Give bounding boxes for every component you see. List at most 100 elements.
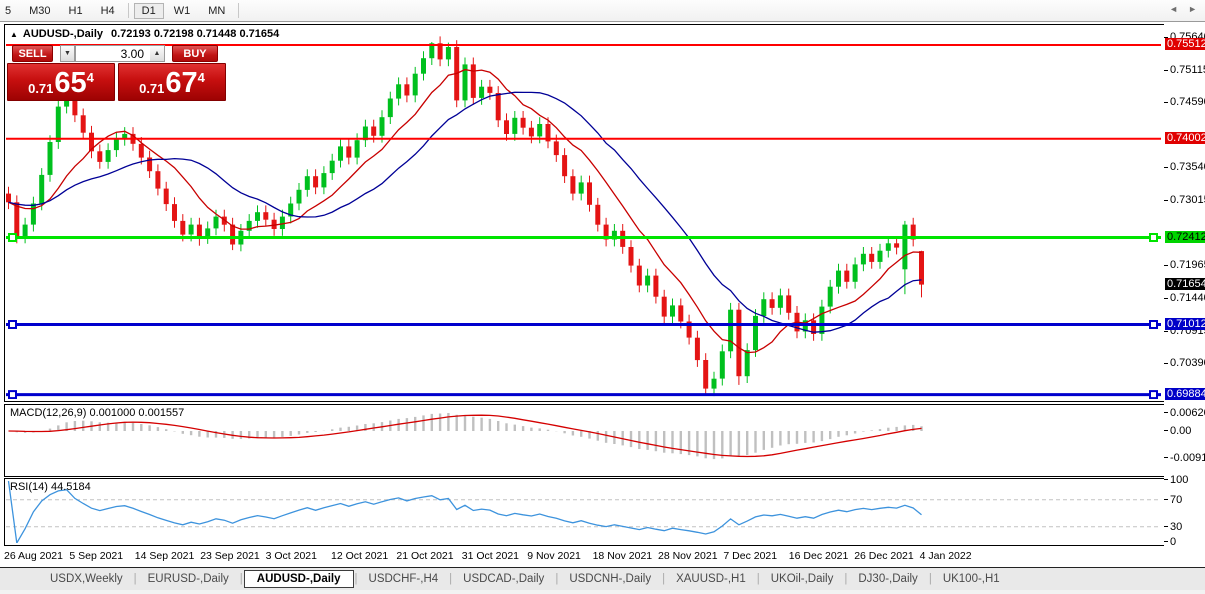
date-label: 23 Sep 2021 — [200, 550, 260, 562]
sell-price-button[interactable]: 0.71654 — [7, 63, 115, 101]
sell-price-big: 65 — [54, 70, 86, 97]
date-label: 26 Dec 2021 — [854, 550, 914, 562]
axis-tick-mark — [1164, 200, 1168, 201]
chart-tab-uk100-h1[interactable]: UK100-,H1 — [933, 571, 1010, 587]
rsi-line — [9, 481, 922, 543]
rsi-indicator-panel[interactable]: RSI(14) 44.5184 — [4, 478, 1165, 546]
toolbar-separator — [238, 3, 239, 18]
macd-label: MACD(12,26,9) 0.001000 0.001557 — [10, 407, 184, 419]
axis-tick-mark — [1164, 298, 1168, 299]
timeframe-button-h1[interactable]: H1 — [61, 3, 91, 19]
chart-tab-eurusd-daily[interactable]: EURUSD-,Daily — [138, 571, 239, 587]
timeframe-button-d1[interactable]: D1 — [134, 3, 164, 19]
price-tick-label: 0.71965 — [1170, 259, 1205, 271]
sell-price-pip: 4 — [87, 70, 94, 85]
chart-tab-usdcnh-daily[interactable]: USDCNH-,Daily — [559, 571, 661, 587]
axis-tick-mark — [1164, 541, 1168, 542]
collapse-arrow-icon[interactable]: ▲ — [10, 30, 18, 39]
toolbar-separator — [128, 3, 129, 18]
date-label: 28 Nov 2021 — [658, 550, 718, 562]
date-label: 4 Jan 2022 — [920, 550, 972, 562]
tab-separator: | — [757, 573, 760, 585]
rsi-axis-label: 100 — [1170, 474, 1188, 486]
bottom-strip — [0, 590, 1205, 594]
price-line-label: 0.72412 — [1165, 231, 1205, 243]
line-anchor[interactable] — [9, 234, 16, 241]
line-anchor[interactable] — [1150, 321, 1157, 328]
line-anchor[interactable] — [9, 391, 16, 398]
tab-separator: | — [844, 573, 847, 585]
volume-increase-button[interactable]: ▲ — [150, 45, 165, 62]
chart-tab-ukoil-daily[interactable]: UKOil-,Daily — [761, 571, 844, 587]
tab-separator: | — [355, 573, 358, 585]
buy-button[interactable]: BUY — [172, 45, 218, 62]
buy-price-button[interactable]: 0.71674 — [118, 63, 226, 101]
axis-tick-mark — [1164, 499, 1168, 500]
price-tick-label: 0.75115 — [1170, 64, 1205, 76]
date-label: 18 Nov 2021 — [593, 550, 653, 562]
chart-title: ▲AUDUSD-,Daily0.72193 0.72198 0.71448 0.… — [10, 28, 279, 40]
chart-ohlc-values: 0.72193 0.72198 0.71448 0.71654 — [111, 28, 279, 40]
rsi-axis-label: 70 — [1170, 494, 1182, 506]
sell-price-prefix: 0.71 — [28, 80, 53, 97]
sell-button[interactable]: SELL — [12, 45, 53, 62]
timeframe-button-m30[interactable]: M30 — [21, 3, 58, 19]
axis-tick-mark — [1164, 412, 1168, 413]
timeframe-button-mn[interactable]: MN — [200, 3, 233, 19]
price-tick-label: 0.73015 — [1170, 194, 1205, 206]
price-tick-label: 0.73540 — [1170, 161, 1205, 173]
line-anchor[interactable] — [9, 321, 16, 328]
timeframe-button-5[interactable]: 5 — [0, 3, 19, 19]
date-label: 21 Oct 2021 — [396, 550, 453, 562]
chart-tab-xauusd-h1[interactable]: XAUUSD-,H1 — [666, 571, 756, 587]
chart-tab-audusd-daily[interactable]: AUDUSD-,Daily — [244, 570, 354, 588]
macd-indicator-panel[interactable]: MACD(12,26,9) 0.001000 0.001557 — [4, 404, 1165, 477]
tab-separator: | — [240, 573, 243, 585]
date-label: 7 Dec 2021 — [723, 550, 777, 562]
date-label: 12 Oct 2021 — [331, 550, 388, 562]
timeframe-button-w1[interactable]: W1 — [166, 3, 199, 19]
price-axis[interactable]: 0.756400.751150.745900.735400.730150.719… — [1164, 22, 1205, 567]
date-label: 5 Sep 2021 — [69, 550, 123, 562]
axis-tick-mark — [1164, 363, 1168, 364]
axis-tick-mark — [1164, 331, 1168, 332]
chart-tab-usdchf-h4[interactable]: USDCHF-,H4 — [359, 571, 449, 587]
tab-scroll-arrows: ◄ ► — [1169, 4, 1197, 14]
macd-axis-label: -0.00919 — [1170, 452, 1205, 464]
chart-tab-usdx-weekly[interactable]: USDX,Weekly — [40, 571, 133, 587]
tab-separator: | — [134, 573, 137, 585]
date-label: 31 Oct 2021 — [462, 550, 519, 562]
line-anchor[interactable] — [1150, 234, 1157, 241]
ma-fast-line — [9, 70, 922, 353]
chart-tab-dj30-daily[interactable]: DJ30-,Daily — [848, 571, 927, 587]
price-line-label: 0.71654 — [1165, 278, 1205, 290]
price-tick-label: 0.70390 — [1170, 357, 1205, 369]
date-label: 9 Nov 2021 — [527, 550, 581, 562]
axis-tick-mark — [1164, 167, 1168, 168]
line-anchor[interactable] — [1150, 391, 1157, 398]
tab-separator: | — [662, 573, 665, 585]
chart-tab-usdcad-daily[interactable]: USDCAD-,Daily — [453, 571, 554, 587]
volume-decrease-button[interactable]: ▼ — [60, 45, 75, 62]
volume-input[interactable] — [75, 45, 150, 62]
tab-scroll-right-icon[interactable]: ► — [1188, 4, 1197, 14]
buy-price-pip: 4 — [198, 70, 205, 85]
date-axis[interactable]: 26 Aug 20215 Sep 202114 Sep 202123 Sep 2… — [0, 546, 1205, 567]
buy-price-big: 67 — [165, 70, 197, 97]
timeframe-button-h4[interactable]: H4 — [93, 3, 123, 19]
tab-separator: | — [449, 573, 452, 585]
axis-tick-mark — [1164, 457, 1168, 458]
macd-axis-label: 0.00 — [1170, 425, 1191, 437]
price-line-label: 0.74002 — [1165, 132, 1205, 144]
tab-separator: | — [929, 573, 932, 585]
rsi-label: RSI(14) 44.5184 — [10, 481, 91, 493]
price-tick-label: 0.74590 — [1170, 96, 1205, 108]
rsi-axis-label: 30 — [1170, 521, 1182, 533]
price-line-label: 0.71012 — [1165, 318, 1205, 330]
axis-tick-mark — [1164, 102, 1168, 103]
mt4-window: 5M30H1H4D1W1MN ▲AUDUSD-,Daily0.72193 0.7… — [0, 0, 1205, 594]
tab-scroll-left-icon[interactable]: ◄ — [1169, 4, 1178, 14]
price-line-label: 0.75512 — [1165, 38, 1205, 50]
ma-slow-line — [9, 92, 922, 332]
axis-tick-mark — [1164, 70, 1168, 71]
